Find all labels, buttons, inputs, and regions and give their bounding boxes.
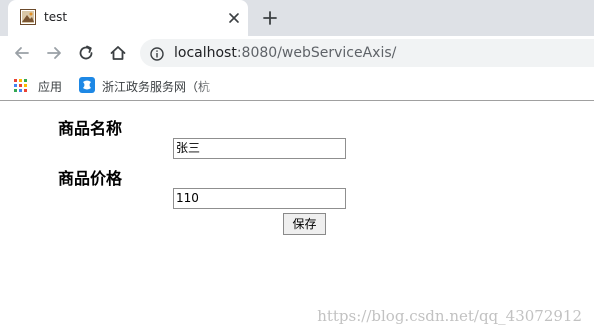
watermark-text: https://blog.csdn.net/qq_43072912 [317,307,582,325]
product-price-label: 商品价格 [58,169,123,188]
url-host: localhost [174,45,237,61]
info-icon[interactable] [150,46,164,61]
bookmarks-bar: 应用 浙江政务服务网（杭 [0,70,594,101]
page-image-icon [20,9,36,25]
reload-icon[interactable] [77,44,95,62]
bookmark-apps-label: 应用 [38,80,63,94]
tab-title: test [44,10,68,24]
arrow-right-icon[interactable] [45,44,63,62]
browser-toolbar: localhost:8080/webServiceAxis/ [0,36,594,70]
url-path: :8080/webServiceAxis/ [236,45,397,61]
address-bar[interactable]: localhost:8080/webServiceAxis/ [140,39,594,67]
url-text[interactable]: localhost:8080/webServiceAxis/ [174,45,396,61]
page-content: 商品名称 张三 商品价格 110 保存 https://blog.csdn.ne… [0,101,594,333]
save-button[interactable]: 保存 [283,213,326,235]
tab-strip: test [0,0,594,36]
bookmark-apps[interactable]: 应用 [14,76,66,94]
home-icon[interactable] [109,44,127,62]
arrow-left-icon[interactable] [13,44,31,62]
bookmark-fade-overlay [196,70,224,100]
product-name-label: 商品名称 [58,119,123,138]
product-name-input[interactable]: 张三 [173,138,346,159]
tab-test[interactable]: test [8,0,248,36]
close-tab-icon[interactable] [226,10,242,26]
bookmark-zhejiang-gov-label: 浙江政务服务网（杭 [102,80,211,94]
zhejiang-gov-icon [79,77,95,97]
new-tab-plus-icon[interactable] [262,10,278,26]
apps-grid-icon [14,78,28,97]
product-price-input[interactable]: 110 [173,188,346,209]
